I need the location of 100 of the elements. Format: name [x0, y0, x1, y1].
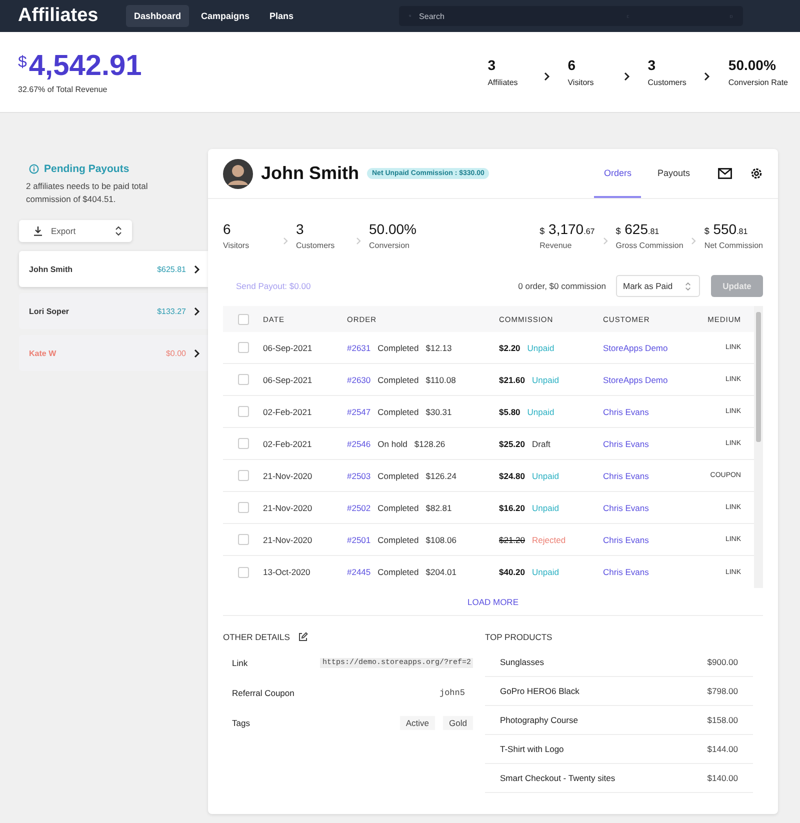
row-checkbox[interactable] — [238, 406, 249, 417]
money-value: $ 550.81 — [704, 221, 749, 237]
order-status: Completed — [378, 342, 419, 352]
stat-value: 3 — [648, 57, 657, 73]
nav-tab[interactable]: Dashboard — [126, 5, 190, 27]
customer-link[interactable]: Chris Evans — [603, 470, 649, 480]
action-select[interactable]: Mark as Paid — [616, 275, 700, 297]
date-cell-text: 02-Feb-2021 — [263, 438, 313, 448]
row-checkbox[interactable] — [238, 502, 249, 513]
order-link[interactable]: #2501 — [347, 534, 371, 544]
stat-value: 3 — [488, 57, 497, 73]
affiliate-name-heading: John Smith — [261, 163, 359, 184]
total-commission: 4,542.91 — [28, 50, 142, 83]
order-link[interactable]: #2547 — [347, 406, 371, 416]
field-label: Tags — [232, 718, 250, 728]
order-link[interactable]: #2445 — [347, 567, 371, 577]
chevron-right-icon — [194, 264, 200, 274]
order-total: $30.31 — [426, 406, 452, 416]
order-status: Completed — [378, 374, 419, 384]
product-name: T-Shirt with Logo — [500, 744, 564, 754]
coupon-code: john5 — [439, 688, 466, 698]
app-title: Affiliates — [18, 5, 100, 27]
customer-link[interactable]: Chris Evans — [603, 502, 649, 512]
load-more-link[interactable]: LOAD MORE — [467, 597, 518, 607]
date-cell-text: 21-Nov-2020 — [263, 470, 314, 480]
nav-tab[interactable]: Plans — [262, 5, 302, 27]
affiliate-list-item[interactable]: John Smith $625.81 — [19, 251, 208, 287]
order-status: Completed — [378, 534, 419, 544]
info-icon — [29, 164, 39, 174]
pending-payouts-text: 2 affiliates needs to be paid total commission of $404.51. — [26, 180, 149, 205]
section-title: OTHER DETAILS — [223, 632, 290, 642]
currency-sign: $ — [18, 54, 27, 72]
field-label: Link — [232, 658, 248, 668]
order-status: Completed — [378, 502, 419, 512]
customer-link[interactable]: Chris Evans — [603, 438, 649, 448]
customer-link[interactable]: StoreApps Demo — [603, 342, 668, 352]
row-checkbox[interactable] — [238, 438, 249, 449]
stat-label: Revenue — [540, 241, 573, 250]
tag: Gold — [443, 716, 473, 730]
date-cell-text: 02-Feb-2021 — [263, 406, 313, 416]
download-icon — [33, 226, 43, 236]
customer-link[interactable]: Chris Evans — [603, 567, 649, 577]
row-checkbox[interactable] — [238, 566, 249, 578]
affiliate-name: Kate W — [29, 348, 58, 358]
stat-label: Customers — [296, 241, 336, 250]
order-total: $204.01 — [426, 567, 456, 577]
chevron-right-icon — [194, 306, 200, 316]
section-title: TOP PRODUCTS — [485, 632, 552, 642]
order-link[interactable]: #2630 — [347, 374, 371, 384]
stat-value: 50.00% — [369, 221, 418, 237]
order-link[interactable]: #2631 — [347, 342, 371, 352]
affiliate-list-item[interactable]: Lori Soper $133.27 — [19, 293, 208, 329]
card-tab[interactable]: Payouts — [647, 149, 700, 198]
customer-link[interactable]: Chris Evans — [603, 406, 649, 416]
order-status: Completed — [378, 406, 419, 416]
order-total: $128.26 — [414, 438, 446, 448]
product-price: $798.00 — [707, 686, 738, 696]
order-status: On hold — [378, 438, 408, 448]
date-cell-text: 21-Nov-2020 — [263, 502, 314, 512]
customer-link[interactable]: StoreApps Demo — [603, 374, 668, 384]
row-checkbox[interactable] — [238, 470, 249, 481]
money-value: $ 3,170.67 — [540, 221, 595, 237]
stat-value: 6 — [568, 57, 577, 73]
order-link[interactable]: #2503 — [347, 470, 371, 480]
payout-status: Unpaid — [527, 342, 554, 352]
settings-icon[interactable] — [750, 167, 763, 180]
product-name: Photography Course — [500, 715, 578, 725]
affiliate-amount: $133.27 — [157, 306, 186, 316]
envelope-icon[interactable] — [718, 168, 732, 179]
product-name: GoPro HERO6 Black — [500, 686, 580, 696]
stat-label: Gross Commission — [616, 241, 684, 250]
row-checkbox[interactable] — [238, 534, 249, 545]
chevron-right-icon — [356, 237, 361, 245]
payout-status: Unpaid — [527, 406, 554, 416]
row-checkbox[interactable] — [238, 342, 249, 353]
commission-amount: $21.60 — [499, 374, 525, 384]
row-checkbox[interactable] — [238, 374, 249, 385]
selection-summary: 0 order, $0 commission — [518, 281, 606, 291]
affiliate-amount: $625.81 — [157, 264, 186, 274]
commission-amount: $25.20 — [499, 438, 525, 448]
chevron-right-icon — [544, 72, 550, 80]
product-price: $158.00 — [707, 715, 738, 725]
customer-link[interactable]: Chris Evans — [603, 534, 649, 544]
search-field[interactable]: Search — [417, 10, 532, 22]
nav-tab[interactable]: Campaigns — [193, 5, 258, 27]
scrollbar[interactable] — [754, 306, 763, 588]
order-total: $110.08 — [426, 374, 456, 384]
payout-status: Draft — [532, 438, 550, 448]
chevron-right-icon — [602, 237, 608, 245]
order-link[interactable]: #2502 — [347, 502, 371, 512]
product-price: $144.00 — [707, 744, 738, 754]
stat-value: 6 — [223, 221, 232, 237]
export-dropdown[interactable]: Export — [19, 220, 132, 242]
payout-status: Rejected — [532, 534, 566, 544]
commission-amount: $21.20 — [499, 534, 525, 544]
commission-amount: $40.20 — [499, 567, 525, 577]
edit-icon[interactable] — [298, 632, 308, 642]
order-link[interactable]: #2546 — [347, 438, 371, 448]
select-all-checkbox[interactable] — [238, 314, 249, 324]
card-tab[interactable]: Orders — [594, 149, 642, 198]
